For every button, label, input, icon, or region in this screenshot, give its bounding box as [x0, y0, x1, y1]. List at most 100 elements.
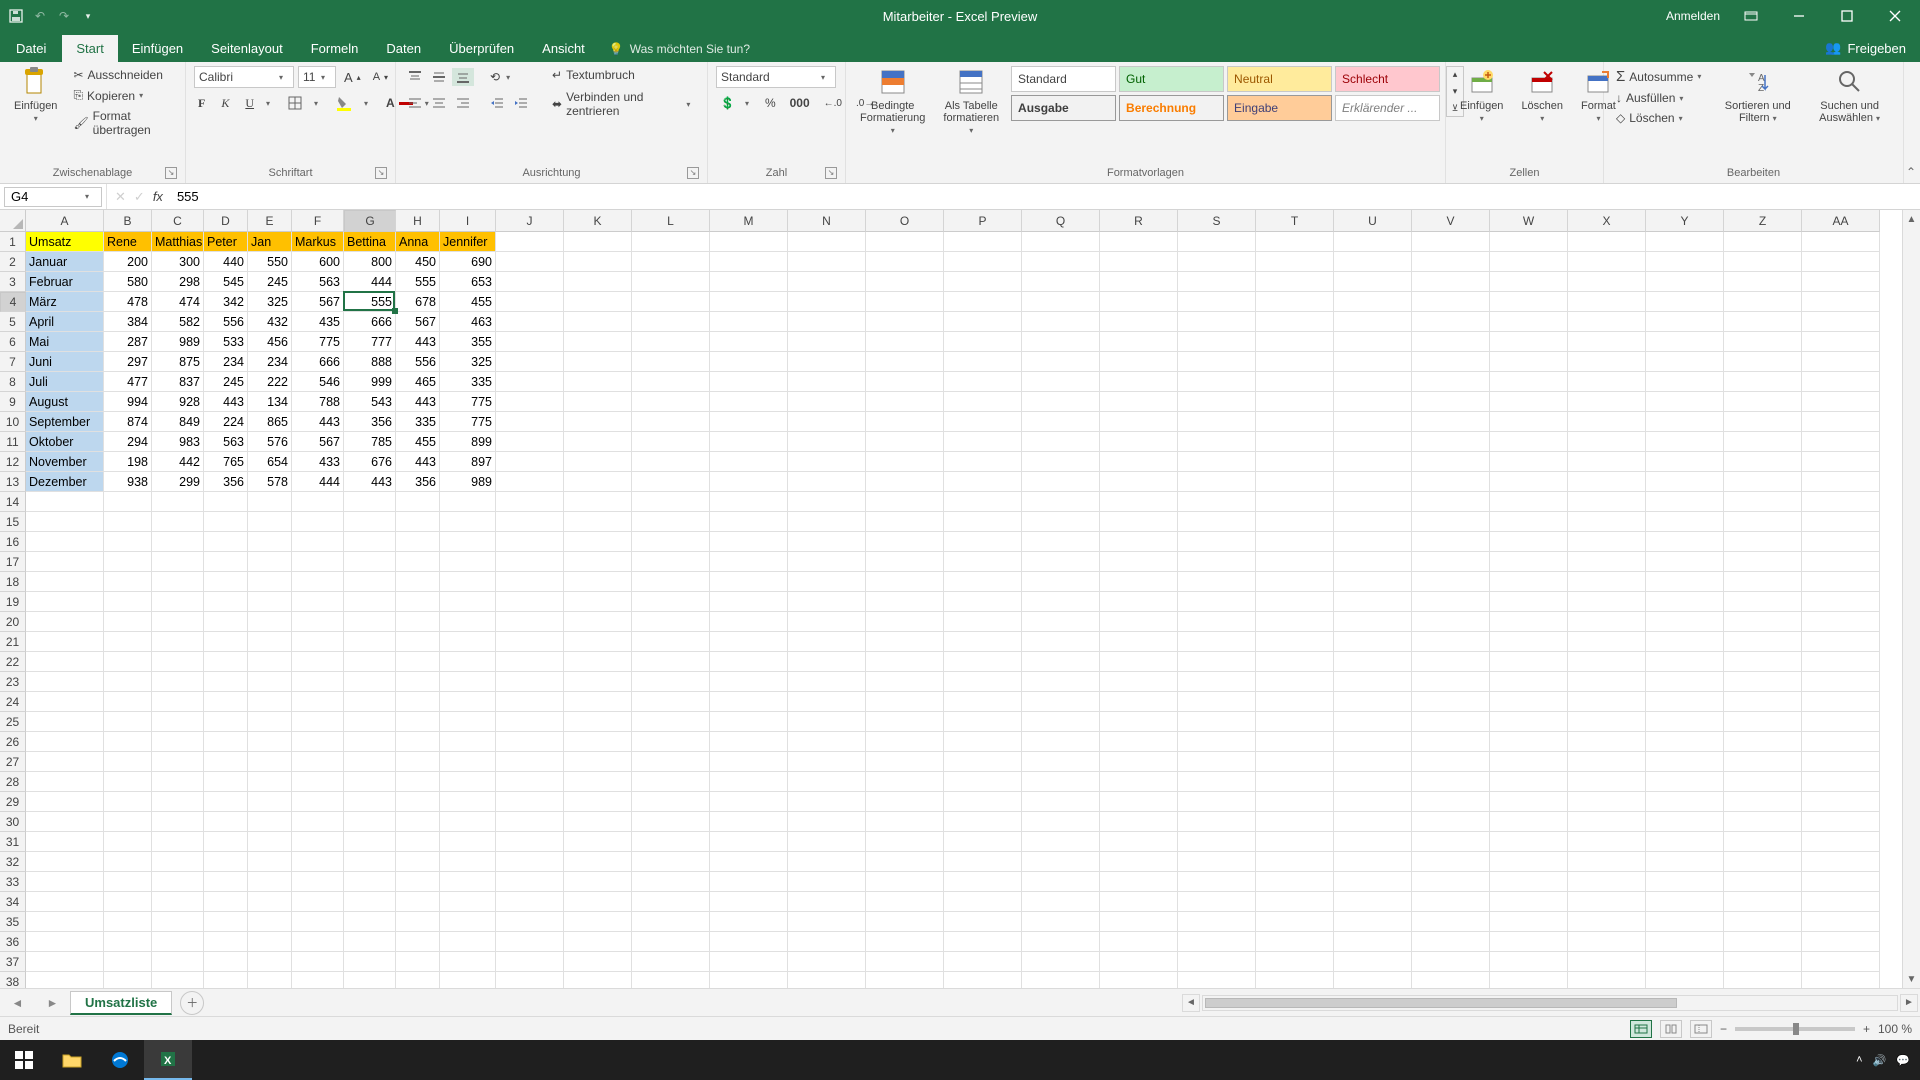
copy-button[interactable]: ⎘Kopieren▾: [69, 86, 177, 105]
row-header[interactable]: 33: [0, 872, 26, 892]
cell[interactable]: [292, 772, 344, 792]
cell[interactable]: [496, 412, 564, 432]
cell[interactable]: [632, 232, 710, 252]
cell[interactable]: [1178, 972, 1256, 988]
cell[interactable]: [788, 692, 866, 712]
cell[interactable]: [564, 672, 632, 692]
cell[interactable]: [564, 252, 632, 272]
cell[interactable]: [1256, 792, 1334, 812]
cell[interactable]: [26, 752, 104, 772]
cell[interactable]: [1256, 452, 1334, 472]
column-header[interactable]: F: [292, 210, 344, 232]
cell[interactable]: [1256, 272, 1334, 292]
cell[interactable]: 788: [292, 392, 344, 412]
row-header[interactable]: 11: [0, 432, 26, 452]
cell[interactable]: [496, 272, 564, 292]
cell[interactable]: [788, 272, 866, 292]
cell[interactable]: [944, 292, 1022, 312]
cells-area[interactable]: UmsatzReneMatthiasPeterJanMarkusBettinaA…: [26, 232, 1880, 988]
cell[interactable]: [1490, 312, 1568, 332]
cell[interactable]: [152, 852, 204, 872]
cell[interactable]: [1490, 672, 1568, 692]
cell[interactable]: [496, 512, 564, 532]
cell[interactable]: [292, 492, 344, 512]
cell[interactable]: [1724, 912, 1802, 932]
cell[interactable]: [344, 612, 396, 632]
cell[interactable]: [104, 612, 152, 632]
cell[interactable]: [440, 772, 496, 792]
cell[interactable]: [344, 972, 396, 988]
cell[interactable]: 477: [104, 372, 152, 392]
sheet-nav-next-icon[interactable]: ►: [47, 996, 59, 1010]
cell[interactable]: [1412, 832, 1490, 852]
style-output[interactable]: Ausgabe: [1011, 95, 1116, 121]
cell[interactable]: [564, 732, 632, 752]
cell[interactable]: [292, 812, 344, 832]
cell[interactable]: [1490, 292, 1568, 312]
cell[interactable]: [1022, 452, 1100, 472]
cell[interactable]: 582: [152, 312, 204, 332]
cell[interactable]: [248, 832, 292, 852]
cell[interactable]: [1568, 832, 1646, 852]
cell[interactable]: [1724, 452, 1802, 472]
cell[interactable]: [248, 812, 292, 832]
cell[interactable]: 443: [396, 332, 440, 352]
cell[interactable]: [632, 532, 710, 552]
cell[interactable]: [866, 732, 944, 752]
cell[interactable]: [1100, 352, 1178, 372]
cell[interactable]: [496, 692, 564, 712]
cell[interactable]: [1568, 352, 1646, 372]
cell[interactable]: [1802, 732, 1880, 752]
cell[interactable]: 989: [152, 332, 204, 352]
cell[interactable]: [1256, 492, 1334, 512]
cell[interactable]: [1100, 832, 1178, 852]
cell[interactable]: [1100, 632, 1178, 652]
cell[interactable]: [344, 892, 396, 912]
cell[interactable]: [1334, 792, 1412, 812]
cell[interactable]: [1022, 612, 1100, 632]
cell[interactable]: [866, 632, 944, 652]
cell[interactable]: [788, 532, 866, 552]
cell[interactable]: [1646, 472, 1724, 492]
cell[interactable]: [152, 532, 204, 552]
cell[interactable]: [1724, 652, 1802, 672]
cell[interactable]: [788, 772, 866, 792]
cell[interactable]: [944, 412, 1022, 432]
cell[interactable]: [710, 852, 788, 872]
cell[interactable]: [104, 972, 152, 988]
cell[interactable]: [866, 532, 944, 552]
cell[interactable]: [866, 292, 944, 312]
row-header[interactable]: 15: [0, 512, 26, 532]
cell[interactable]: [710, 932, 788, 952]
cell[interactable]: [1022, 852, 1100, 872]
cell[interactable]: [152, 692, 204, 712]
cell[interactable]: [1646, 452, 1724, 472]
column-header[interactable]: M: [710, 210, 788, 232]
cell[interactable]: [564, 592, 632, 612]
cell[interactable]: [1178, 552, 1256, 572]
cell[interactable]: [632, 832, 710, 852]
borders-button[interactable]: [284, 94, 306, 112]
cell[interactable]: Dezember: [26, 472, 104, 492]
cell[interactable]: 294: [104, 432, 152, 452]
cell[interactable]: [204, 592, 248, 612]
cell[interactable]: 938: [104, 472, 152, 492]
cell[interactable]: [26, 692, 104, 712]
cell[interactable]: [564, 632, 632, 652]
cell[interactable]: [1178, 472, 1256, 492]
cell[interactable]: [1646, 572, 1724, 592]
cell[interactable]: 865: [248, 412, 292, 432]
cell[interactable]: [1490, 872, 1568, 892]
column-header[interactable]: V: [1412, 210, 1490, 232]
cell[interactable]: [496, 592, 564, 612]
cell[interactable]: [632, 752, 710, 772]
row-header[interactable]: 30: [0, 812, 26, 832]
cell[interactable]: [1490, 732, 1568, 752]
cell[interactable]: [1100, 492, 1178, 512]
cell[interactable]: [1490, 472, 1568, 492]
cell[interactable]: [204, 732, 248, 752]
underline-button[interactable]: U: [241, 94, 258, 113]
cell[interactable]: [496, 872, 564, 892]
cell[interactable]: 563: [204, 432, 248, 452]
cell[interactable]: [292, 972, 344, 988]
